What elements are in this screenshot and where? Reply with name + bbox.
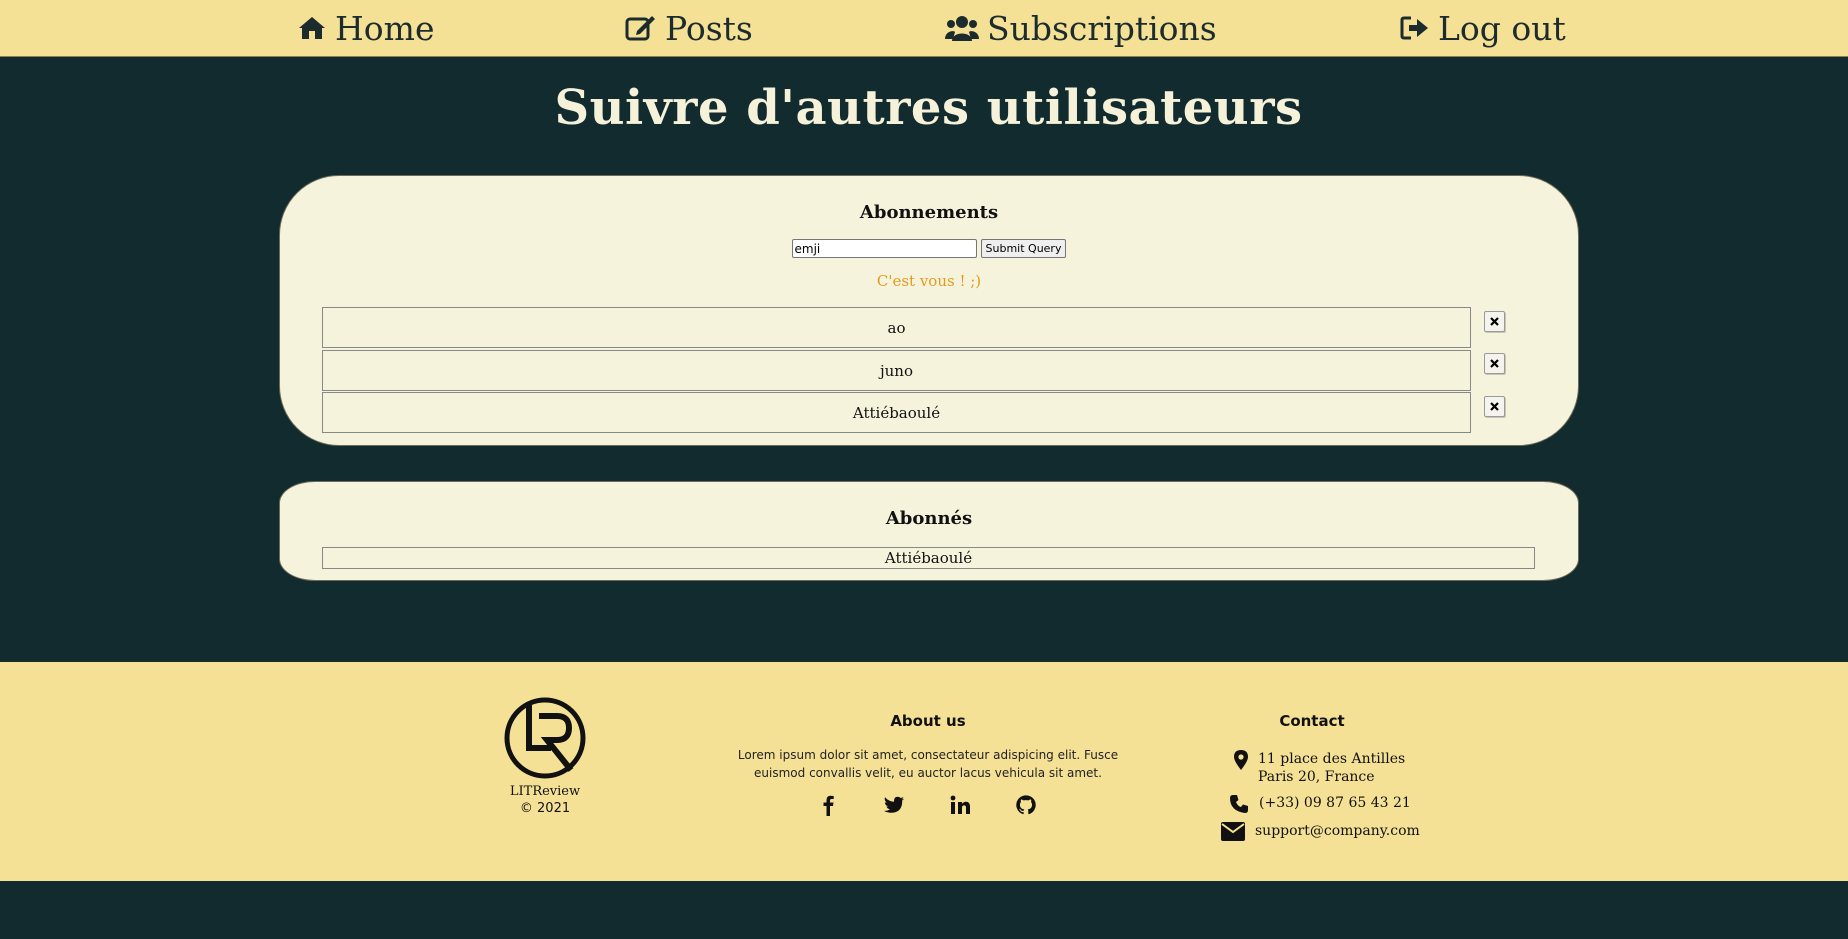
phone-icon bbox=[1230, 795, 1248, 813]
close-icon bbox=[1490, 359, 1499, 368]
footer-about: About us Lorem ipsum dolor sit amet, con… bbox=[700, 712, 1156, 816]
brand-name: LITReview bbox=[509, 784, 581, 799]
subscription-username: ao bbox=[887, 318, 906, 337]
subscriptions-heading: Abonnements bbox=[859, 202, 999, 223]
twitter-icon bbox=[883, 796, 905, 813]
top-navbar: Home Posts Subscriptions Log out bbox=[0, 0, 1848, 57]
facebook-icon bbox=[823, 795, 834, 816]
footer-brand: LITReview © 2021 bbox=[470, 696, 620, 816]
about-text-line: euismod convallis velit, eu auctor lacus… bbox=[754, 766, 1102, 780]
contact-email: support@company.com bbox=[1221, 822, 1420, 841]
followers-card: Abonnés Attiébaoulé bbox=[279, 481, 1579, 581]
footer-contact: Contact bbox=[1212, 712, 1412, 730]
home-icon bbox=[299, 17, 325, 39]
linkedin-link[interactable] bbox=[949, 794, 971, 816]
unfollow-button[interactable] bbox=[1484, 353, 1505, 374]
linkedin-icon bbox=[950, 795, 970, 814]
about-heading: About us bbox=[890, 712, 966, 730]
submit-query-button[interactable]: Submit Query bbox=[980, 239, 1067, 258]
self-follow-notice: C'est vous ! ;) bbox=[876, 272, 982, 290]
map-marker-icon bbox=[1234, 750, 1248, 770]
github-icon bbox=[1016, 795, 1036, 815]
contact-heading: Contact bbox=[1279, 712, 1345, 730]
subscription-row: Attiébaoulé bbox=[322, 392, 1471, 433]
github-link[interactable] bbox=[1015, 794, 1037, 816]
subscription-row: juno bbox=[322, 350, 1471, 391]
edit-icon bbox=[625, 16, 655, 41]
sign-out-icon bbox=[1400, 16, 1428, 40]
nav-logout-label: Log out bbox=[1438, 8, 1566, 48]
follow-form: Submit Query bbox=[280, 239, 1578, 258]
follower-username: Attiébaoulé bbox=[884, 549, 973, 567]
address-line: 11 place des Antilles bbox=[1258, 751, 1406, 767]
followers-heading: Abonnés bbox=[885, 508, 973, 529]
phone-number: (+33) 09 87 65 43 21 bbox=[1259, 795, 1411, 811]
contact-phone: (+33) 09 87 65 43 21 bbox=[1229, 794, 1411, 814]
nav-home-link[interactable]: Home bbox=[297, 6, 434, 50]
users-icon bbox=[945, 16, 979, 41]
subscriptions-card: Abonnements Submit Query C'est vous ! ;)… bbox=[279, 175, 1579, 446]
page-title: Suivre d'autres utilisateurs bbox=[554, 80, 1303, 136]
nav-home-label: Home bbox=[335, 8, 435, 48]
nav-posts-label: Posts bbox=[665, 8, 753, 48]
copyright: © 2021 bbox=[519, 801, 571, 816]
social-links bbox=[700, 794, 1156, 816]
twitter-link[interactable] bbox=[883, 794, 905, 816]
close-icon bbox=[1490, 402, 1499, 411]
follower-row: Attiébaoulé bbox=[322, 547, 1535, 569]
nav-posts-link[interactable]: Posts bbox=[625, 6, 753, 50]
about-text-line: Lorem ipsum dolor sit amet, consectateur… bbox=[737, 748, 1119, 762]
envelope-icon bbox=[1221, 822, 1245, 841]
nav-subscriptions-link[interactable]: Subscriptions bbox=[945, 6, 1217, 50]
username-input[interactable] bbox=[791, 239, 977, 258]
facebook-link[interactable] bbox=[819, 794, 839, 816]
email-address[interactable]: support@company.com bbox=[1255, 822, 1420, 840]
footer: LITReview © 2021 About us Lorem ipsum do… bbox=[0, 662, 1848, 881]
unfollow-button[interactable] bbox=[1484, 396, 1505, 417]
subscription-row: ao bbox=[322, 307, 1471, 348]
about-text: Lorem ipsum dolor sit amet, consectateur… bbox=[700, 746, 1156, 782]
subscription-username: juno bbox=[879, 361, 913, 380]
nav-subscriptions-label: Subscriptions bbox=[987, 8, 1217, 48]
close-icon bbox=[1490, 317, 1499, 326]
unfollow-button[interactable] bbox=[1484, 311, 1505, 332]
subscription-username: Attiébaoulé bbox=[852, 403, 941, 422]
contact-address: 11 place des Antilles Paris 20, France bbox=[1234, 750, 1405, 786]
litreview-logo bbox=[504, 697, 586, 779]
address-line: Paris 20, France bbox=[1258, 769, 1375, 785]
nav-logout-link[interactable]: Log out bbox=[1400, 6, 1566, 50]
